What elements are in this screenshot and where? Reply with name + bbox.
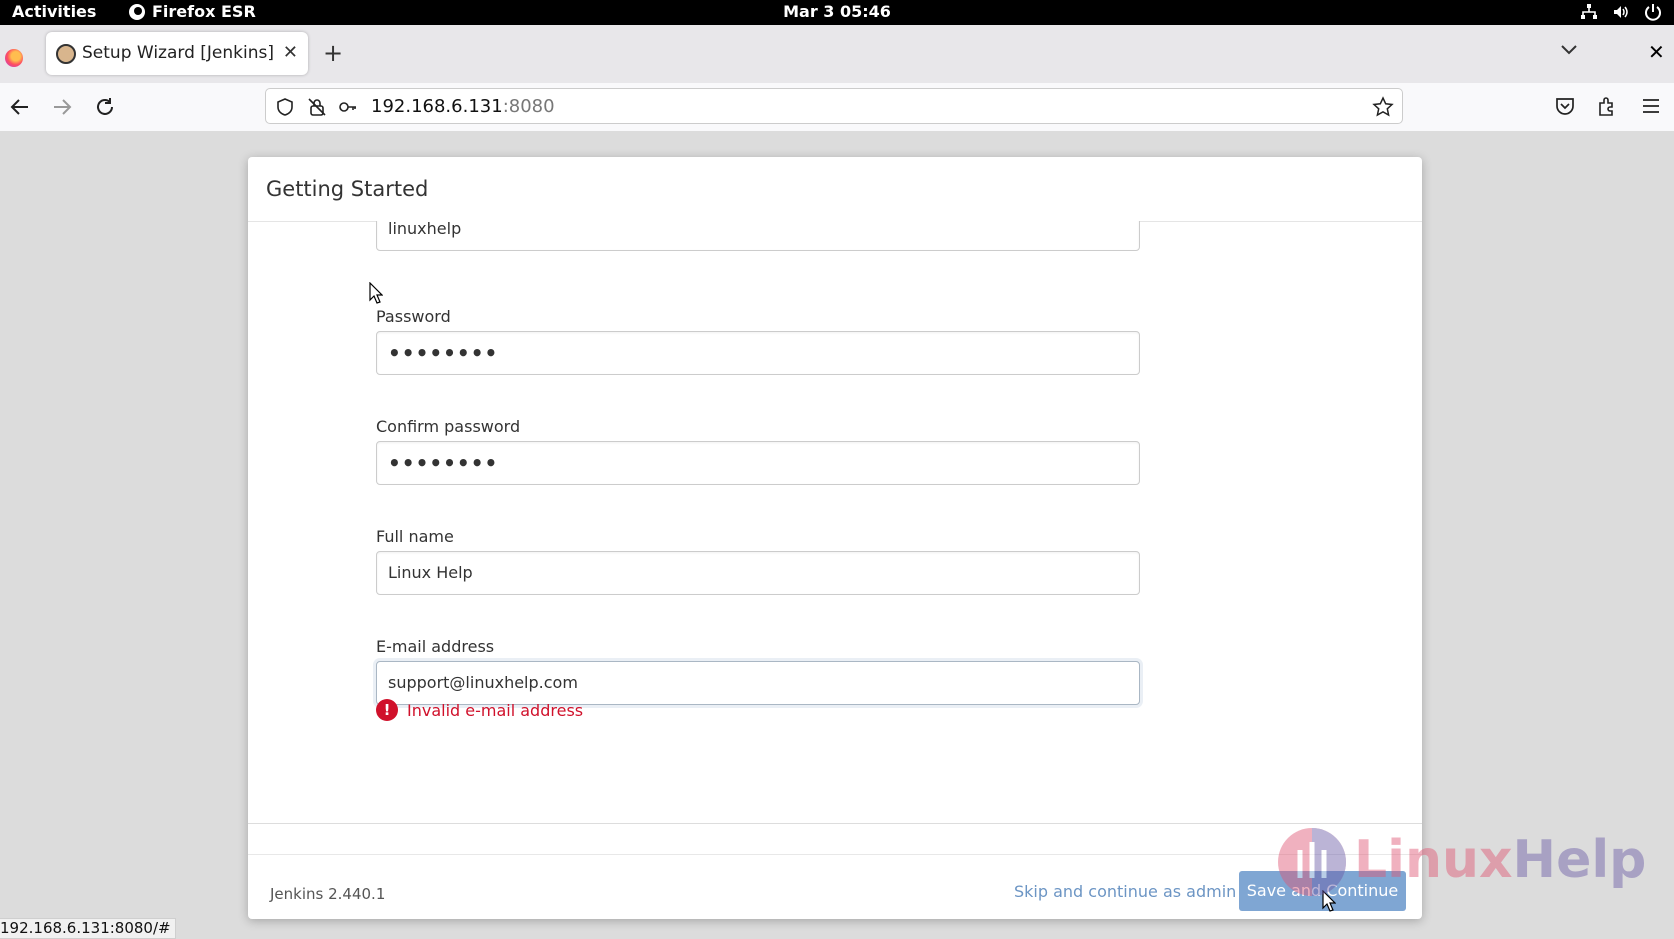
dialog-footer: Jenkins 2.440.1 Skip and continue as adm…: [248, 854, 1422, 919]
back-arrow-icon[interactable]: [8, 95, 32, 119]
link-status-bar: 192.168.6.131:8080/#: [0, 918, 176, 939]
extensions-puzzle-icon[interactable]: [1596, 95, 1618, 117]
forward-arrow-icon[interactable]: [50, 95, 74, 119]
app-menu[interactable]: Firefox ESR: [128, 2, 256, 21]
app-name: Firefox ESR: [152, 2, 256, 21]
url-bar[interactable]: 192.168.6.131:8080: [265, 88, 1403, 124]
pocket-icon[interactable]: [1554, 95, 1576, 117]
firefox-app-icon: [129, 3, 145, 20]
create-admin-form: linuxhelp Password •••••••• Confirm pass…: [248, 221, 1422, 821]
system-top-bar: Activities Firefox ESR Mar 3 05:46: [0, 0, 1674, 25]
hamburger-menu-icon[interactable]: [1640, 95, 1662, 117]
key-icon[interactable]: [338, 97, 358, 117]
confirm-password-label: Confirm password: [376, 417, 521, 436]
setup-wizard-dialog: Getting Started linuxhelp Password •••••…: [248, 157, 1422, 919]
power-icon: [1645, 4, 1661, 21]
shield-icon[interactable]: [275, 97, 295, 117]
jenkins-version: Jenkins 2.440.1: [270, 885, 386, 903]
mouse-pointer-icon: [369, 282, 383, 304]
url-port: :8080: [502, 96, 555, 117]
insecure-lock-icon[interactable]: [307, 97, 327, 117]
tab-close-icon[interactable]: ✕: [283, 42, 298, 63]
skip-continue-as-admin-link[interactable]: Skip and continue as admin: [1014, 882, 1236, 901]
username-input[interactable]: linuxhelp: [376, 221, 1140, 251]
form-divider: [248, 823, 1422, 824]
mouse-pointer-icon: [1322, 890, 1336, 912]
full-name-input[interactable]: Linux Help: [376, 551, 1140, 595]
network-icon: [1581, 4, 1597, 19]
firefox-view-icon[interactable]: [5, 49, 23, 67]
clock[interactable]: Mar 3 05:46: [783, 2, 891, 21]
system-tray[interactable]: [1580, 3, 1662, 21]
dialog-title: Getting Started: [266, 177, 429, 201]
nav-bar: 192.168.6.131:8080: [0, 83, 1674, 132]
full-name-label: Full name: [376, 527, 454, 546]
list-all-tabs-chevron-down-icon[interactable]: [1560, 43, 1578, 55]
email-error-text: Invalid e-mail address: [407, 700, 584, 720]
tab-setup-wizard[interactable]: Setup Wizard [Jenkins] ✕: [46, 32, 308, 75]
password-label: Password: [376, 307, 451, 326]
new-tab-button[interactable]: +: [323, 39, 343, 67]
bookmark-star-icon[interactable]: [1372, 96, 1394, 118]
tab-strip: Setup Wizard [Jenkins] ✕ + ✕: [0, 25, 1674, 83]
password-input[interactable]: ••••••••: [376, 331, 1140, 375]
email-label: E-mail address: [376, 637, 495, 656]
activities-button[interactable]: Activities: [12, 2, 96, 21]
confirm-password-input[interactable]: ••••••••: [376, 441, 1140, 485]
url-host: 192.168.6.131: [371, 96, 503, 117]
jenkins-favicon-icon: [56, 44, 76, 64]
email-error: ! Invalid e-mail address: [376, 699, 583, 721]
volume-icon: [1614, 6, 1628, 18]
tab-title: Setup Wizard [Jenkins]: [82, 43, 274, 63]
dialog-header: Getting Started: [248, 157, 1422, 222]
reload-icon[interactable]: [93, 95, 117, 119]
page-content: Getting Started linuxhelp Password •••••…: [0, 131, 1674, 937]
window-close-icon[interactable]: ✕: [1648, 40, 1665, 64]
url-text[interactable]: 192.168.6.131:8080: [371, 96, 555, 117]
error-exclamation-icon: !: [376, 699, 398, 721]
